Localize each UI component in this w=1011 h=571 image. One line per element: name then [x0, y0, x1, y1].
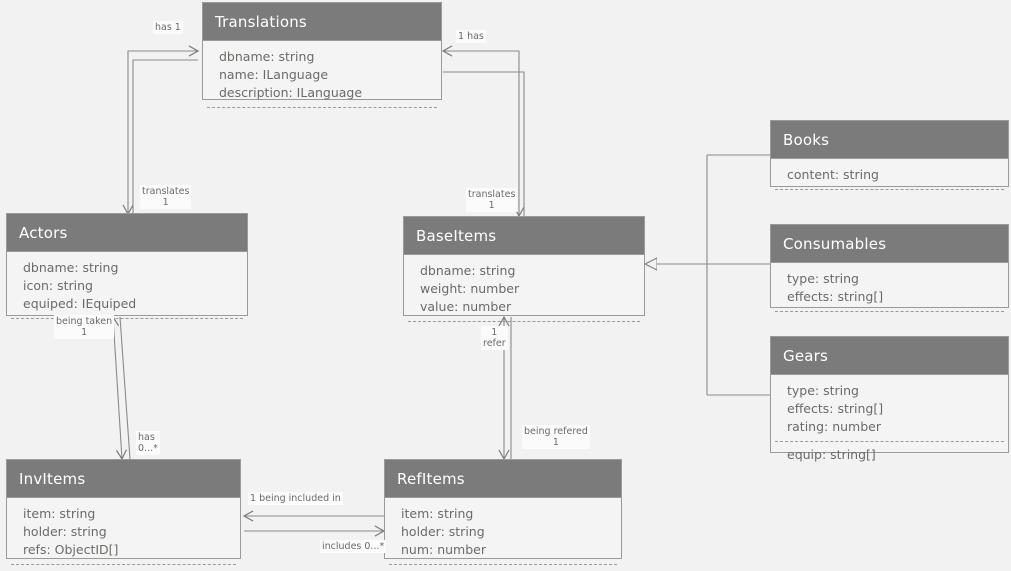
edge-label-line: includes 0...*	[322, 541, 385, 552]
class-title: Actors	[7, 214, 247, 252]
edge-label-line: 0...*	[138, 443, 158, 454]
class-attribute: type: string	[787, 383, 859, 398]
edge-label-line: 1	[552, 437, 559, 448]
class-invitems[interactable]: InvItems item: string holder: string ref…	[6, 459, 241, 565]
class-attribute: num: number	[401, 542, 486, 557]
edge-label-line: 1 has	[458, 31, 484, 42]
class-attributes: item: string holder: string num: number	[385, 498, 621, 571]
class-books[interactable]: Books content: string	[770, 120, 1009, 190]
class-attribute: refs: ObjectID[]	[23, 542, 119, 557]
class-refitems[interactable]: RefItems item: string holder: string num…	[384, 459, 622, 565]
class-attribute: value: number	[420, 299, 512, 314]
edge-label-baseitems-has-translations: 1 has	[456, 30, 486, 43]
edge-label-line: being taken	[56, 316, 113, 327]
class-baseitems[interactable]: BaseItems dbname: string weight: number …	[403, 216, 645, 322]
edge-label-line: 1	[162, 197, 169, 208]
edge-label-translates-baseitems: translates 1	[466, 188, 518, 212]
compartment-divider	[389, 564, 617, 565]
class-attribute: dbname: string	[420, 263, 516, 278]
class-gears[interactable]: Gears type: string effects: string[] rat…	[770, 336, 1009, 462]
edge-label-includes: includes 0...*	[320, 540, 387, 553]
edge-label-line: translates	[142, 186, 190, 197]
class-attributes: type: string effects: string[]	[771, 263, 1008, 318]
class-translations[interactable]: Translations dbname: string name: ILangu…	[202, 2, 442, 108]
class-title: RefItems	[385, 460, 621, 498]
class-attribute: description: ILanguage	[219, 85, 363, 100]
class-attribute: dbname: string	[219, 49, 315, 64]
compartment-divider	[207, 107, 437, 108]
edge-label-line: refer	[483, 338, 506, 349]
class-attributes: type: string effects: string[] rating: n…	[771, 375, 1008, 470]
edge-label-line: translates	[468, 189, 516, 200]
edge-actors-invitems-b	[119, 316, 131, 460]
class-attribute: type: string	[787, 271, 859, 286]
diagram-canvas[interactable]: Translations dbname: string name: ILangu…	[0, 0, 1011, 565]
class-attribute: icon: string	[23, 278, 93, 293]
class-attributes: dbname: string weight: number value: num…	[404, 255, 644, 328]
class-attributes: dbname: string icon: string equiped: IEq…	[7, 252, 247, 325]
class-title: Gears	[771, 337, 1008, 375]
class-attribute: dbname: string	[23, 260, 119, 275]
compartment-divider	[775, 441, 1004, 442]
edge-label-being-included-in: 1 being included in	[248, 492, 343, 505]
edge-label-has-invitems: has 0...*	[136, 431, 160, 455]
class-attribute: item: string	[401, 506, 474, 521]
class-attribute: item: string	[23, 506, 96, 521]
class-attribute: content: string	[787, 167, 879, 182]
edge-label-line: 1	[488, 200, 495, 211]
compartment-divider	[775, 311, 1004, 312]
edge-label-translates-actors: translates 1	[140, 185, 192, 209]
class-attribute: effects: string[]	[787, 401, 884, 416]
class-operation: equip: string[]	[787, 447, 876, 462]
class-attribute: effects: string[]	[787, 289, 884, 304]
edge-label-line: has	[138, 432, 155, 443]
class-title: Books	[771, 121, 1008, 159]
class-attribute: equiped: IEquiped	[23, 296, 137, 311]
class-title: Translations	[203, 3, 441, 41]
class-attribute: weight: number	[420, 281, 520, 296]
edge-label-line: has 1	[155, 22, 181, 33]
class-attribute: rating: number	[787, 419, 882, 434]
edge-label-line: 1	[491, 327, 498, 338]
class-attribute: name: ILanguage	[219, 67, 329, 82]
class-title: BaseItems	[404, 217, 644, 255]
compartment-divider	[775, 189, 1004, 190]
class-attributes: content: string	[771, 159, 1008, 196]
class-actors[interactable]: Actors dbname: string icon: string equip…	[6, 213, 248, 319]
edge-label-being-refered: being refered 1	[522, 425, 590, 449]
edge-label-line: 1 being included in	[250, 493, 341, 504]
class-attribute: holder: string	[23, 524, 107, 539]
edge-label-baseitems-refer: 1 refer	[481, 326, 508, 350]
compartment-divider	[11, 318, 243, 319]
class-title: InvItems	[7, 460, 240, 498]
class-attribute: holder: string	[401, 524, 485, 539]
class-attributes: item: string holder: string refs: Object…	[7, 498, 240, 571]
compartment-divider	[11, 564, 236, 565]
edge-label-line: being refered	[524, 426, 588, 437]
class-consumables[interactable]: Consumables type: string effects: string…	[770, 224, 1009, 312]
edge-actors-invitems-a	[107, 315, 128, 461]
edge-label-actors-has-translations: has 1	[153, 21, 183, 34]
class-attributes: dbname: string name: ILanguage descripti…	[203, 41, 441, 114]
compartment-divider	[408, 321, 640, 322]
edge-label-line: 1	[81, 327, 88, 338]
class-title: Consumables	[771, 225, 1008, 263]
edge-label-being-taken: being taken 1	[54, 315, 115, 339]
